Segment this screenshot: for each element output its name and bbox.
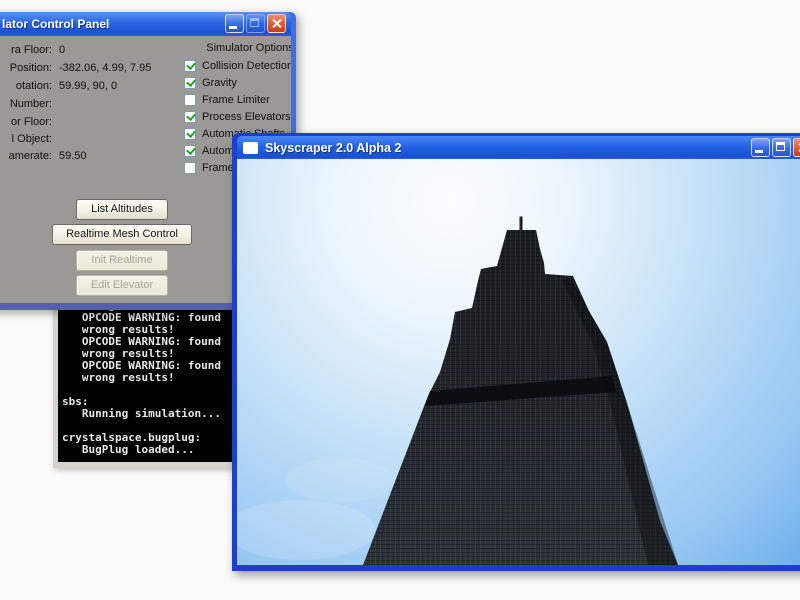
- control-panel-titlebar[interactable]: lator Control Panel: [0, 12, 291, 36]
- stat-label: Position:: [9, 62, 52, 74]
- stat-label: or Floor:: [11, 116, 52, 128]
- minimize-icon: [229, 26, 237, 29]
- process-elevators-checkbox[interactable]: [184, 111, 196, 123]
- gravity-checkbox[interactable]: [184, 77, 196, 89]
- option-label: Gravity: [202, 77, 237, 89]
- automatic-checkbox[interactable]: [184, 145, 196, 157]
- skyscraper-titlebar[interactable]: Skyscraper 2.0 Alpha 2: [237, 136, 800, 159]
- stat-elevator-floor: or Floor:: [0, 116, 59, 128]
- frame-limiter-checkbox[interactable]: [184, 94, 196, 106]
- stat-camera-floor: ra Floor: 0: [0, 44, 65, 56]
- maximize-icon: [250, 18, 259, 27]
- option-gravity: Gravity: [184, 77, 237, 89]
- stat-value: 59.50: [59, 150, 87, 162]
- skyscraper-window: Skyscraper 2.0 Alpha 2: [232, 133, 800, 571]
- simulator-options-header: Simulator Options: [206, 42, 291, 54]
- option-label: Frame Limiter: [202, 94, 270, 106]
- close-button[interactable]: [793, 138, 800, 157]
- stat-label: ra Floor:: [11, 44, 52, 56]
- automatic-shafts-checkbox[interactable]: [184, 128, 196, 140]
- edit-elevator-button[interactable]: Edit Elevator: [76, 275, 168, 296]
- option-label: Collision Detection: [202, 60, 291, 72]
- stat-framerate: amerate: 59.50: [0, 150, 87, 162]
- 3d-viewport[interactable]: [237, 159, 800, 565]
- maximize-icon: [776, 142, 785, 151]
- option-label: Process Elevators: [202, 111, 291, 123]
- minimize-icon: [755, 150, 763, 153]
- cloud: [285, 458, 395, 502]
- stat-value: 0: [59, 44, 66, 56]
- maximize-button[interactable]: [246, 14, 265, 33]
- stat-label: Number:: [9, 98, 52, 110]
- stat-label: amerate:: [8, 150, 52, 162]
- option-label: Autom: [202, 145, 234, 157]
- stat-camera-position: Position: -382.06, 4.99, 7.95: [0, 62, 152, 74]
- init-realtime-button[interactable]: Init Realtime: [76, 250, 168, 271]
- app-icon: [243, 141, 258, 154]
- stat-camera-rotation: otation: 59.99, 90, 0: [0, 80, 117, 92]
- control-panel-title: lator Control Panel: [2, 17, 110, 31]
- skyscraper-title: Skyscraper 2.0 Alpha 2: [265, 140, 402, 155]
- option-label: Frame: [202, 162, 234, 174]
- stat-value: -382.06, 4.99, 7.95: [59, 62, 152, 74]
- stat-label: otation:: [15, 80, 52, 92]
- stat-elevator-number: Number:: [0, 98, 59, 110]
- stat-object: l Object:: [0, 133, 59, 145]
- stat-value: 59.99, 90, 0: [59, 80, 118, 92]
- list-altitudes-button[interactable]: List Altitudes: [76, 199, 168, 220]
- minimize-button[interactable]: [225, 14, 244, 33]
- close-icon: [271, 18, 282, 29]
- maximize-button[interactable]: [772, 138, 791, 157]
- option-process-elevators: Process Elevators: [184, 111, 291, 123]
- option-frame-limiter: Frame Limiter: [184, 94, 270, 106]
- option-frame: Frame: [184, 162, 234, 174]
- close-button[interactable]: [267, 14, 286, 33]
- collision-detection-checkbox[interactable]: [184, 60, 196, 72]
- stat-label: l Object:: [11, 133, 52, 145]
- realtime-mesh-control-button[interactable]: Realtime Mesh Control: [52, 224, 192, 245]
- option-collision-detection: Collision Detection: [184, 60, 291, 72]
- skyscraper-render: [237, 159, 800, 565]
- frame-checkbox[interactable]: [184, 162, 196, 174]
- minimize-button[interactable]: [751, 138, 770, 157]
- option-automatic: Autom: [184, 145, 234, 157]
